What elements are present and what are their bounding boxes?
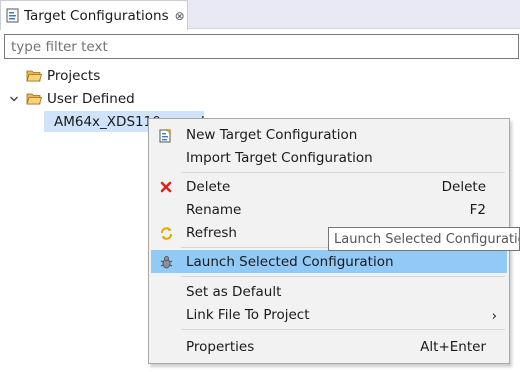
menu-item-label: Launch Selected Configuration — [186, 253, 394, 270]
target-configurations-view-icon — [6, 8, 19, 23]
menu-item-accelerator: Alt+Enter — [420, 338, 486, 355]
menu-item-label: Refresh — [186, 224, 237, 241]
tab-target-configurations[interactable]: Target Configurations ⊗ — [0, 0, 188, 30]
menu-separator — [181, 172, 505, 173]
menu-item-import-target-configuration[interactable]: Import Target Configuration — [151, 146, 507, 169]
view-tab-strip: Target Configurations ⊗ — [0, 0, 520, 30]
menu-item-label: Set as Default — [186, 283, 282, 300]
folder-open-icon — [26, 70, 42, 82]
filter-input[interactable] — [5, 35, 518, 58]
menu-item-label: Rename — [186, 201, 242, 218]
launch-debug-icon — [158, 254, 174, 270]
folder-open-icon — [26, 93, 42, 105]
chevron-down-icon[interactable] — [8, 93, 20, 105]
new-target-config-icon — [158, 127, 174, 143]
menu-item-launch-selected-configuration[interactable]: Launch Selected Configuration — [151, 250, 507, 273]
menu-item-properties[interactable]: Properties Alt+Enter — [151, 335, 507, 358]
menu-item-accelerator: Delete — [441, 178, 486, 195]
filter-box — [4, 34, 519, 59]
menu-item-accelerator: F2 — [469, 201, 486, 218]
refresh-icon — [158, 225, 174, 241]
menu-item-label: New Target Configuration — [186, 126, 358, 143]
menu-item-label: Import Target Configuration — [186, 149, 373, 166]
menu-item-link-file-to-project[interactable]: Link File To Project › — [151, 303, 507, 326]
menu-item-delete[interactable]: Delete Delete — [151, 175, 507, 198]
menu-item-label: Properties — [186, 338, 255, 355]
submenu-arrow-icon: › — [491, 308, 497, 324]
tree-item-label: User Defined — [47, 90, 135, 107]
menu-item-set-as-default[interactable]: Set as Default — [151, 280, 507, 303]
close-tab-icon[interactable]: ⊗ — [175, 9, 185, 23]
tooltip-text: Launch Selected Configuration — [334, 231, 520, 247]
menu-separator — [181, 329, 505, 330]
menu-separator — [181, 276, 505, 277]
delete-x-icon — [158, 179, 174, 195]
tooltip: Launch Selected Configuration — [328, 227, 520, 251]
menu-item-label: Delete — [186, 178, 231, 195]
tree-item-projects[interactable]: Projects — [26, 65, 100, 86]
tree-item-user-defined[interactable]: User Defined — [8, 88, 135, 109]
menu-item-rename[interactable]: Rename F2 — [151, 198, 507, 221]
menu-item-new-target-configuration[interactable]: New Target Configuration — [151, 123, 507, 146]
tree-item-label: Projects — [47, 67, 101, 84]
tab-title: Target Configurations — [24, 7, 169, 24]
menu-item-label: Link File To Project — [186, 306, 310, 323]
